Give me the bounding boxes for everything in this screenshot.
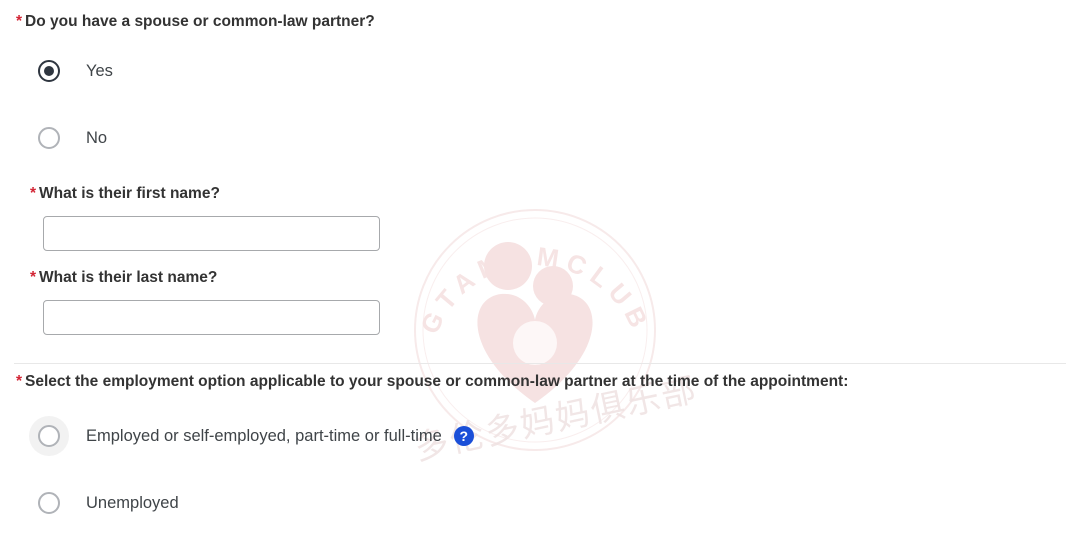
required-asterisk-employment: * xyxy=(16,373,22,390)
svg-text:GTAMOMCLUB: GTAMOMCLUB xyxy=(414,241,657,338)
radio-button-no[interactable] xyxy=(38,127,60,149)
first-name-label: *What is their first name? xyxy=(30,185,220,203)
radio-option-spouse-no[interactable]: No xyxy=(38,127,107,149)
radio-option-spouse-yes[interactable]: Yes xyxy=(38,60,113,82)
first-name-label-text: What is their first name? xyxy=(39,185,220,202)
last-name-label-text: What is their last name? xyxy=(39,269,217,286)
employment-question-label: *Select the employment option applicable… xyxy=(16,372,848,392)
radio-button-employed[interactable] xyxy=(38,425,60,447)
radio-wrap-yes xyxy=(38,60,60,82)
radio-label-unemployed: Unemployed xyxy=(86,494,179,513)
question-mark-icon[interactable]: ? xyxy=(454,426,474,446)
radio-wrap-unemployed xyxy=(38,492,60,514)
first-name-input[interactable] xyxy=(43,216,380,251)
required-asterisk-first-name: * xyxy=(30,185,36,202)
spouse-question-text: Do you have a spouse or common-law partn… xyxy=(25,13,375,30)
spouse-question-label: *Do you have a spouse or common-law part… xyxy=(16,12,375,32)
radio-label-employed: Employed or self-employed, part-time or … xyxy=(86,427,442,446)
last-name-input[interactable] xyxy=(43,300,380,335)
required-asterisk-last-name: * xyxy=(30,269,36,286)
watermark-logo: GTAMOMCLUB xyxy=(403,198,668,463)
radio-wrap-employed xyxy=(38,425,60,447)
required-asterisk: * xyxy=(16,13,22,30)
radio-button-yes[interactable] xyxy=(38,60,60,82)
employment-question-text: Select the employment option applicable … xyxy=(25,373,848,390)
radio-option-employed[interactable]: Employed or self-employed, part-time or … xyxy=(38,425,474,447)
last-name-label: *What is their last name? xyxy=(30,269,217,287)
radio-label-yes: Yes xyxy=(86,62,113,81)
watermark-arc-text: GTAMOMCLUB xyxy=(414,241,657,338)
radio-option-unemployed[interactable]: Unemployed xyxy=(38,492,179,514)
radio-wrap-no xyxy=(38,127,60,149)
radio-button-unemployed[interactable] xyxy=(38,492,60,514)
radio-label-no: No xyxy=(86,129,107,148)
section-divider xyxy=(14,363,1066,364)
